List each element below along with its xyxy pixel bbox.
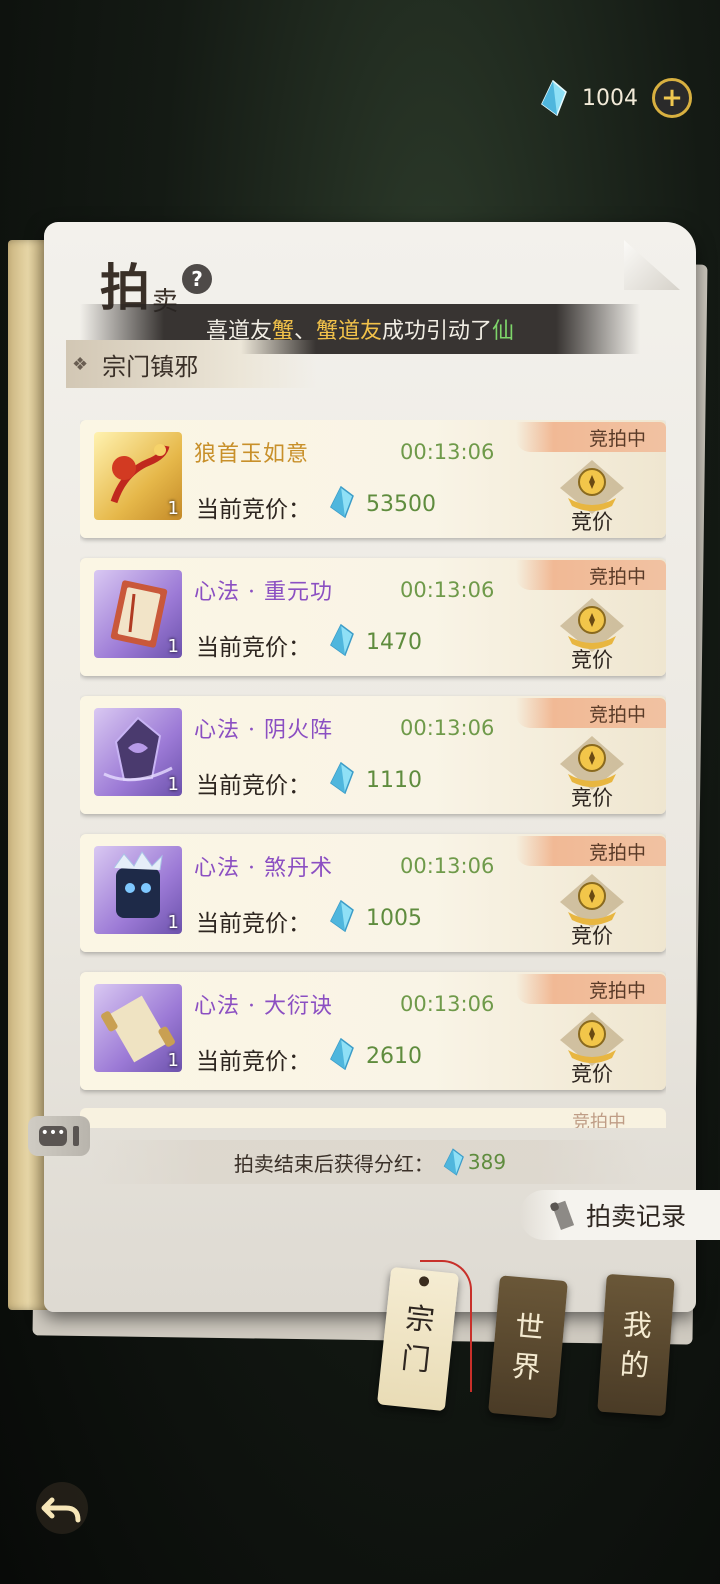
currency-bar: 1004 + <box>538 78 692 118</box>
current-bid-value: 1470 <box>366 630 422 655</box>
bid-button[interactable]: 竞价 <box>556 596 628 676</box>
tab-label: 的 <box>618 1346 651 1383</box>
marquee-highlight: 仙 <box>492 319 515 344</box>
auction-records-button[interactable]: 拍卖记录 <box>520 1190 720 1240</box>
countdown-timer: 00:13:06 <box>400 716 495 740</box>
auction-item[interactable]: 1 心法 · 阴火阵 00:13:06 当前竞价： 1110 竞拍中 竞价 <box>80 696 666 814</box>
spirit-gem-icon <box>330 900 354 932</box>
tab-sect[interactable]: 宗 门 <box>376 1266 460 1412</box>
item-name: 心法 · 大衍诀 <box>194 994 333 1019</box>
tab-label: 宗 <box>403 1300 437 1338</box>
current-bid-label: 当前竞价： <box>196 1049 311 1075</box>
current-bid-label: 当前竞价： <box>196 635 311 661</box>
status-badge: 竞拍中 <box>572 1112 626 1128</box>
chat-icon: ••• <box>39 1126 67 1146</box>
bid-button-label: 竞价 <box>571 510 613 534</box>
item-quantity: 1 <box>167 1050 179 1071</box>
bid-button-label: 竞价 <box>571 786 613 810</box>
section-header: ❖ 宗门镇邪 <box>66 340 316 388</box>
auction-item[interactable]: 1 狼首玉如意 00:13:06 当前竞价： 53500 竞拍中 竞价 <box>80 420 666 538</box>
undo-arrow-icon[interactable] <box>34 1480 90 1536</box>
item-icon[interactable]: 1 <box>94 984 182 1072</box>
countdown-timer: 00:13:06 <box>400 440 495 464</box>
tab-label: 我 <box>621 1307 654 1344</box>
auction-item[interactable]: 1 心法 · 煞丹术 00:13:06 当前竞价： 1005 竞拍中 竞价 <box>80 834 666 952</box>
bid-button[interactable]: 竞价 <box>556 734 628 814</box>
current-bid-value: 53500 <box>366 492 436 517</box>
current-bid-value: 1110 <box>366 768 422 793</box>
bid-button[interactable]: 竞价 <box>556 458 628 538</box>
status-badge: 竞拍中 <box>516 974 666 1004</box>
question-icon[interactable]: ? <box>182 264 213 294</box>
item-quantity: 1 <box>167 774 179 795</box>
spirit-gem-icon <box>330 1038 354 1070</box>
tab-label: 门 <box>399 1340 433 1378</box>
dividend-info: 拍卖结束后获得分红： 389 <box>90 1140 650 1184</box>
item-name: 狼首玉如意 <box>194 442 310 467</box>
spirit-gem-icon <box>330 486 354 518</box>
chat-handle <box>73 1126 79 1146</box>
current-bid-label: 当前竞价： <box>196 497 311 523</box>
section-title: 宗门镇邪 <box>102 352 199 381</box>
records-label: 拍卖记录 <box>586 1202 687 1231</box>
countdown-timer: 00:13:06 <box>400 854 495 878</box>
item-quantity: 1 <box>167 498 179 519</box>
bid-button[interactable]: 竞价 <box>556 1010 628 1090</box>
bid-button-label: 竞价 <box>571 1062 613 1086</box>
auction-item[interactable]: 1 心法 · 大衍诀 00:13:06 当前竞价： 2610 竞拍中 竞价 <box>80 972 666 1090</box>
tab-world[interactable]: 世 界 <box>488 1275 568 1419</box>
marquee-text: 成功引动了 <box>382 319 493 344</box>
current-bid-label: 当前竞价： <box>196 773 311 799</box>
marquee-player-name: 蟹道友 <box>316 319 383 344</box>
tab-label: 界 <box>510 1348 543 1386</box>
item-quantity: 1 <box>167 912 179 933</box>
item-name: 心法 · 煞丹术 <box>194 856 333 881</box>
status-badge: 竞拍中 <box>516 560 666 590</box>
tab-label: 世 <box>513 1308 546 1346</box>
dividend-label: 拍卖结束后获得分红： <box>233 1151 434 1176</box>
auction-item[interactable]: 1 心法 · 重元功 00:13:06 当前竞价： 1470 竞拍中 竞价 <box>80 558 666 676</box>
currency-amount: 1004 <box>582 85 638 111</box>
item-icon[interactable]: 1 <box>94 432 182 520</box>
auction-item-partial[interactable]: 竞拍中 <box>80 1108 666 1128</box>
scroll-icon <box>550 1200 575 1230</box>
status-badge: 竞拍中 <box>516 422 666 452</box>
tag-hole <box>418 1275 430 1287</box>
chat-button[interactable]: ••• <box>28 1116 90 1156</box>
bid-button[interactable]: 竞价 <box>556 872 628 952</box>
current-bid-label: 当前竞价： <box>196 911 311 937</box>
status-badge: 竞拍中 <box>516 836 666 866</box>
bid-button-label: 竞价 <box>571 924 613 948</box>
current-bid-value: 2610 <box>366 1044 422 1069</box>
diamond-deco-icon: ❖ <box>72 353 89 375</box>
spirit-gem-icon <box>541 80 567 116</box>
item-quantity: 1 <box>167 636 179 657</box>
countdown-timer: 00:13:06 <box>400 992 495 1016</box>
spirit-gem-icon <box>443 1148 464 1176</box>
status-badge: 竞拍中 <box>516 698 666 728</box>
item-name: 心法 · 阴火阵 <box>194 718 333 743</box>
item-name: 心法 · 重元功 <box>194 580 333 605</box>
current-bid-value: 1005 <box>366 906 422 931</box>
bid-button-label: 竞价 <box>571 648 613 672</box>
countdown-timer: 00:13:06 <box>400 578 495 602</box>
item-icon[interactable]: 1 <box>94 846 182 934</box>
tab-mine[interactable]: 我 的 <box>597 1273 675 1417</box>
dividend-value: 389 <box>467 1150 507 1174</box>
item-icon[interactable]: 1 <box>94 570 182 658</box>
item-icon[interactable]: 1 <box>94 708 182 796</box>
add-currency-button[interactable]: + <box>652 78 692 118</box>
auction-list[interactable]: 1 狼首玉如意 00:13:06 当前竞价： 53500 竞拍中 竞价 1 心法… <box>80 420 666 1128</box>
spirit-gem-icon <box>330 624 354 656</box>
spirit-gem-icon <box>330 762 354 794</box>
